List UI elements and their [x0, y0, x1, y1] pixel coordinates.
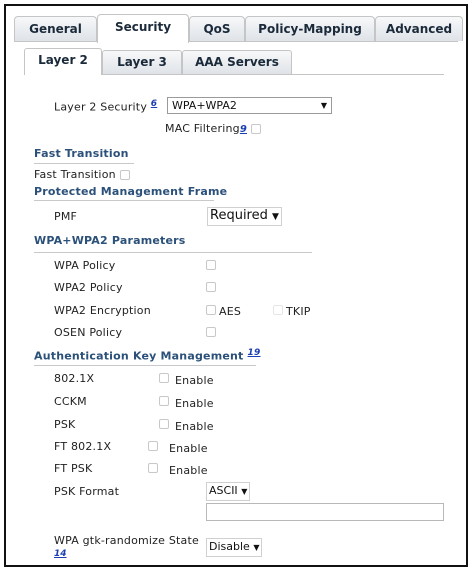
gtk-footnote-link[interactable]: 14 — [54, 549, 67, 559]
psk-key-input[interactable] — [206, 503, 444, 521]
gtk-footnote-wrapper: 14 — [54, 546, 67, 559]
gtk-randomize-value: Disable — [209, 540, 250, 553]
osen-policy-label: OSEN Policy — [54, 326, 123, 339]
chevron-down-icon: ▼ — [272, 212, 279, 222]
osen-policy-checkbox[interactable] — [206, 327, 216, 337]
akm-item-label: FT PSK — [54, 462, 93, 475]
tab-bar-divider — [14, 41, 458, 42]
akm-header: Authentication Key Management 19 — [34, 348, 261, 363]
layer2-security-value: WPA+WPA2 — [172, 99, 237, 112]
psk-format-value: ASCII — [209, 484, 238, 497]
fast-transition-header: Fast Transition — [34, 147, 129, 160]
mac-filtering-label: MAC Filtering9 — [165, 122, 248, 135]
tkip-label: TKIP — [286, 305, 311, 318]
akm-footnote-link[interactable]: 19 — [248, 348, 261, 358]
gtk-randomize-select[interactable]: Disable ▼ — [206, 538, 263, 557]
fast-transition-checkbox[interactable] — [120, 170, 130, 180]
gtk-randomize-label: WPA gtk-randomize State — [54, 534, 199, 547]
akm-8021x-checkbox[interactable] — [159, 373, 169, 383]
sub-tab-bar: Layer 2 Layer 3 AAA Servers — [24, 48, 444, 75]
akm-enable-label: Enable — [169, 442, 208, 455]
layer2-security-footnote-link[interactable]: 6 — [151, 99, 157, 109]
section-divider — [34, 365, 256, 366]
mac-filtering-checkbox[interactable] — [251, 124, 261, 134]
akm-ft-psk-checkbox[interactable] — [148, 463, 158, 473]
layer2-security-label: Layer 2 Security 6 — [54, 99, 158, 114]
wpa-params-header: WPA+WPA2 Parameters — [34, 234, 186, 247]
wpa2-encryption-label: WPA2 Encryption — [54, 304, 151, 317]
tab-policy-mapping[interactable]: Policy-Mapping — [245, 16, 375, 41]
wpa2-policy-checkbox[interactable] — [206, 282, 216, 292]
akm-enable-label: Enable — [175, 374, 214, 387]
pmf-select[interactable]: Required ▼ — [207, 207, 282, 226]
pmf-value: Required — [210, 208, 268, 223]
fast-transition-label: Fast Transition — [34, 168, 116, 181]
tab-qos[interactable]: QoS — [189, 16, 245, 41]
tab-security[interactable]: Security — [97, 14, 189, 43]
akm-item-label: 802.1X — [54, 372, 95, 385]
pmf-label: PMF — [54, 210, 78, 223]
akm-item-label: FT 802.1X — [54, 440, 112, 453]
tab-advanced[interactable]: Advanced — [375, 16, 463, 41]
section-divider — [34, 252, 312, 253]
psk-format-select[interactable]: ASCII ▼ — [206, 482, 251, 501]
chevron-down-icon: ▼ — [253, 543, 260, 552]
aes-label: AES — [219, 305, 242, 318]
aes-checkbox[interactable] — [206, 305, 216, 315]
pmf-header: Protected Management Frame — [34, 185, 228, 198]
wpa-policy-checkbox[interactable] — [206, 260, 216, 270]
tab-layer3[interactable]: Layer 3 — [102, 50, 182, 74]
akm-enable-label: Enable — [175, 420, 214, 433]
akm-item-label: PSK — [54, 418, 76, 431]
section-divider — [34, 200, 214, 201]
akm-enable-label: Enable — [169, 464, 208, 477]
akm-item-label: CCKM — [54, 395, 87, 408]
chevron-down-icon: ▼ — [241, 487, 248, 496]
mac-filtering-footnote-link[interactable]: 9 — [240, 124, 247, 135]
chevron-down-icon: ▼ — [320, 101, 327, 110]
tab-general[interactable]: General — [14, 16, 97, 41]
main-tab-bar: General Security QoS Policy-Mapping Adva… — [14, 14, 463, 43]
akm-psk-checkbox[interactable] — [159, 419, 169, 429]
akm-enable-label: Enable — [175, 397, 214, 410]
section-divider — [34, 163, 134, 164]
akm-ft-8021x-checkbox[interactable] — [148, 441, 158, 451]
wpa-policy-label: WPA Policy — [54, 259, 116, 272]
tkip-checkbox[interactable] — [273, 305, 283, 315]
tab-aaa-servers[interactable]: AAA Servers — [182, 50, 292, 74]
tab-layer2[interactable]: Layer 2 — [24, 48, 102, 75]
wpa2-policy-label: WPA2 Policy — [54, 281, 123, 294]
layer2-security-select[interactable]: WPA+WPA2 ▼ — [167, 97, 332, 114]
akm-cckm-checkbox[interactable] — [159, 396, 169, 406]
psk-format-label: PSK Format — [54, 485, 120, 498]
